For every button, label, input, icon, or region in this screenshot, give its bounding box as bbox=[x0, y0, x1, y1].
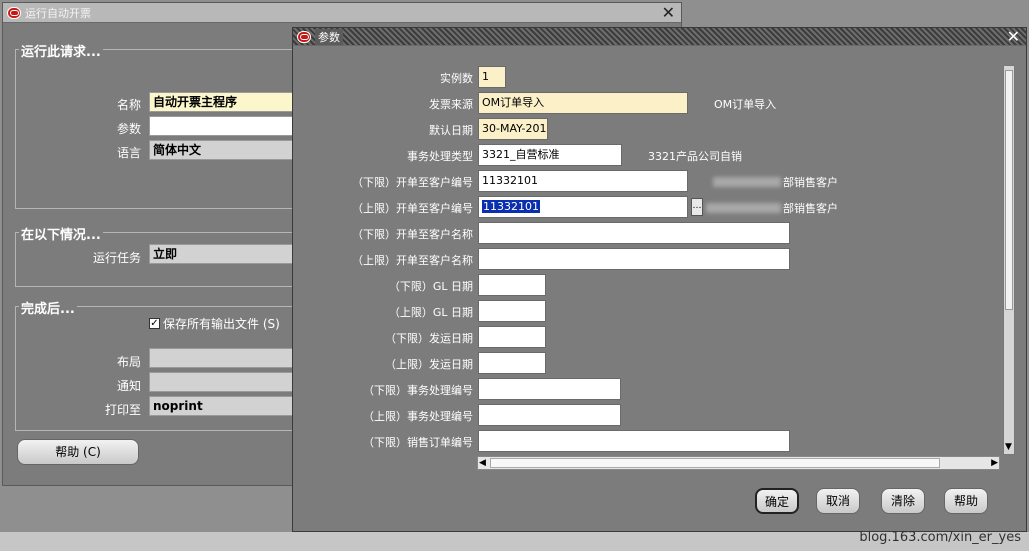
conditions-heading: 在以下情况... bbox=[19, 224, 103, 243]
params-label: 参数 bbox=[116, 122, 141, 136]
param-labels: 实例数 发票来源 默认日期 事务处理类型 （下限）开单至客户编号 （上限）开单至… bbox=[293, 28, 473, 468]
vertical-scrollbar[interactable]: ▼ bbox=[1003, 65, 1015, 455]
transaction-number-low-field[interactable] bbox=[478, 378, 621, 400]
help-button[interactable]: 帮助 bbox=[944, 488, 988, 514]
run-task-field[interactable]: 立即 bbox=[149, 244, 299, 264]
layout-field[interactable] bbox=[149, 348, 299, 368]
lov-button[interactable]: … bbox=[691, 198, 703, 216]
print-to-field[interactable]: noprint bbox=[149, 396, 299, 416]
cancel-button[interactable]: 取消 bbox=[816, 488, 860, 514]
vertical-scroll-thumb[interactable] bbox=[1005, 70, 1013, 310]
param-label: 发票来源 bbox=[429, 98, 473, 111]
language-label: 语言 bbox=[116, 146, 141, 160]
param-label: （上限）GL 日期 bbox=[388, 306, 473, 319]
save-outputs-checkbox[interactable]: ✓ bbox=[149, 318, 160, 329]
window-title: 运行自动开票 bbox=[25, 6, 91, 20]
selected-text: 11332101 bbox=[482, 200, 540, 213]
param-label: （下限）开单至客户名称 bbox=[352, 228, 473, 241]
param-label: （下限）发运日期 bbox=[385, 332, 473, 345]
ship-date-low-field[interactable] bbox=[478, 326, 546, 348]
after-heading: 完成后... bbox=[19, 298, 77, 317]
param-label: 事务处理类型 bbox=[407, 150, 473, 163]
param-label: 默认日期 bbox=[429, 124, 473, 137]
default-date-field[interactable]: 30-MAY-201 bbox=[478, 118, 548, 140]
help-button[interactable]: 帮助 (C) bbox=[17, 439, 139, 465]
print-to-label: 打印至 bbox=[104, 403, 141, 417]
transaction-type-field[interactable]: 3321_自营标准 bbox=[478, 144, 622, 166]
ship-date-high-field[interactable] bbox=[478, 352, 546, 374]
param-label: （上限）发运日期 bbox=[385, 358, 473, 371]
customer-number-high-desc: 部销售客户 bbox=[783, 202, 838, 215]
param-label: 实例数 bbox=[440, 72, 473, 85]
language-field[interactable]: 简体中文 bbox=[149, 140, 299, 160]
param-label: （上限）事务处理编号 bbox=[363, 410, 473, 423]
layout-label: 布局 bbox=[116, 355, 141, 369]
instances-field[interactable]: 1 bbox=[478, 66, 506, 88]
close-icon[interactable]: ✕ bbox=[1007, 28, 1020, 46]
run-request-titlebar: 运行自动开票 ✕ bbox=[3, 3, 681, 23]
notify-field[interactable] bbox=[149, 372, 299, 392]
param-label: （上限）开单至客户名称 bbox=[352, 254, 473, 267]
gl-date-high-field[interactable] bbox=[478, 300, 546, 322]
scroll-left-icon[interactable]: ◀ bbox=[479, 457, 486, 469]
scroll-right-icon[interactable]: ▶ bbox=[991, 457, 998, 469]
oracle-icon bbox=[7, 6, 21, 19]
param-label: （下限）销售订单编号 bbox=[363, 436, 473, 449]
params-field[interactable] bbox=[149, 116, 299, 136]
invoice-source-desc: OM订单导入 bbox=[714, 98, 777, 111]
scroll-down-icon[interactable]: ▼ bbox=[1005, 441, 1012, 453]
transaction-type-desc: 3321产品公司自销 bbox=[648, 150, 742, 163]
customer-number-high-field[interactable]: 11332101 bbox=[478, 196, 688, 218]
param-label: （下限）开单至客户编号 bbox=[352, 176, 473, 189]
param-label: （下限）GL 日期 bbox=[388, 280, 473, 293]
customer-number-low-field[interactable]: 11332101 bbox=[478, 170, 688, 192]
watermark: blog.163.com/xin_er_yes bbox=[859, 530, 1021, 545]
clear-button[interactable]: 清除 bbox=[881, 488, 925, 514]
gl-date-low-field[interactable] bbox=[478, 274, 546, 296]
redacted-text bbox=[706, 203, 781, 213]
close-icon[interactable]: ✕ bbox=[662, 4, 675, 22]
param-label: （上限）开单至客户编号 bbox=[352, 202, 473, 215]
name-field[interactable]: 自动开票主程序 bbox=[149, 92, 299, 112]
params-dialog: 参数 ✕ 实例数 发票来源 默认日期 事务处理类型 （下限）开单至客户编号 （上… bbox=[292, 27, 1027, 532]
customer-number-low-desc: 部销售客户 bbox=[783, 176, 838, 189]
save-outputs-checkbox-row[interactable]: ✓ 保存所有输出文件 (S) bbox=[149, 315, 280, 332]
sales-order-number-low-field[interactable] bbox=[478, 430, 790, 452]
transaction-number-high-field[interactable] bbox=[478, 404, 621, 426]
name-label: 名称 bbox=[116, 98, 141, 112]
run-task-label: 运行任务 bbox=[92, 251, 141, 265]
customer-name-high-field[interactable] bbox=[478, 248, 790, 270]
save-outputs-label: 保存所有输出文件 (S) bbox=[163, 317, 280, 331]
horizontal-scrollbar[interactable]: ◀ ▶ bbox=[477, 456, 1000, 470]
run-request-heading: 运行此请求... bbox=[19, 41, 103, 60]
notify-label: 通知 bbox=[116, 379, 141, 393]
redacted-text bbox=[713, 177, 781, 187]
ok-button[interactable]: 确定 bbox=[755, 488, 799, 514]
invoice-source-field[interactable]: OM订单导入 bbox=[478, 92, 688, 114]
customer-name-low-field[interactable] bbox=[478, 222, 790, 244]
horizontal-scroll-thumb[interactable] bbox=[490, 458, 940, 468]
param-label: （下限）事务处理编号 bbox=[363, 384, 473, 397]
